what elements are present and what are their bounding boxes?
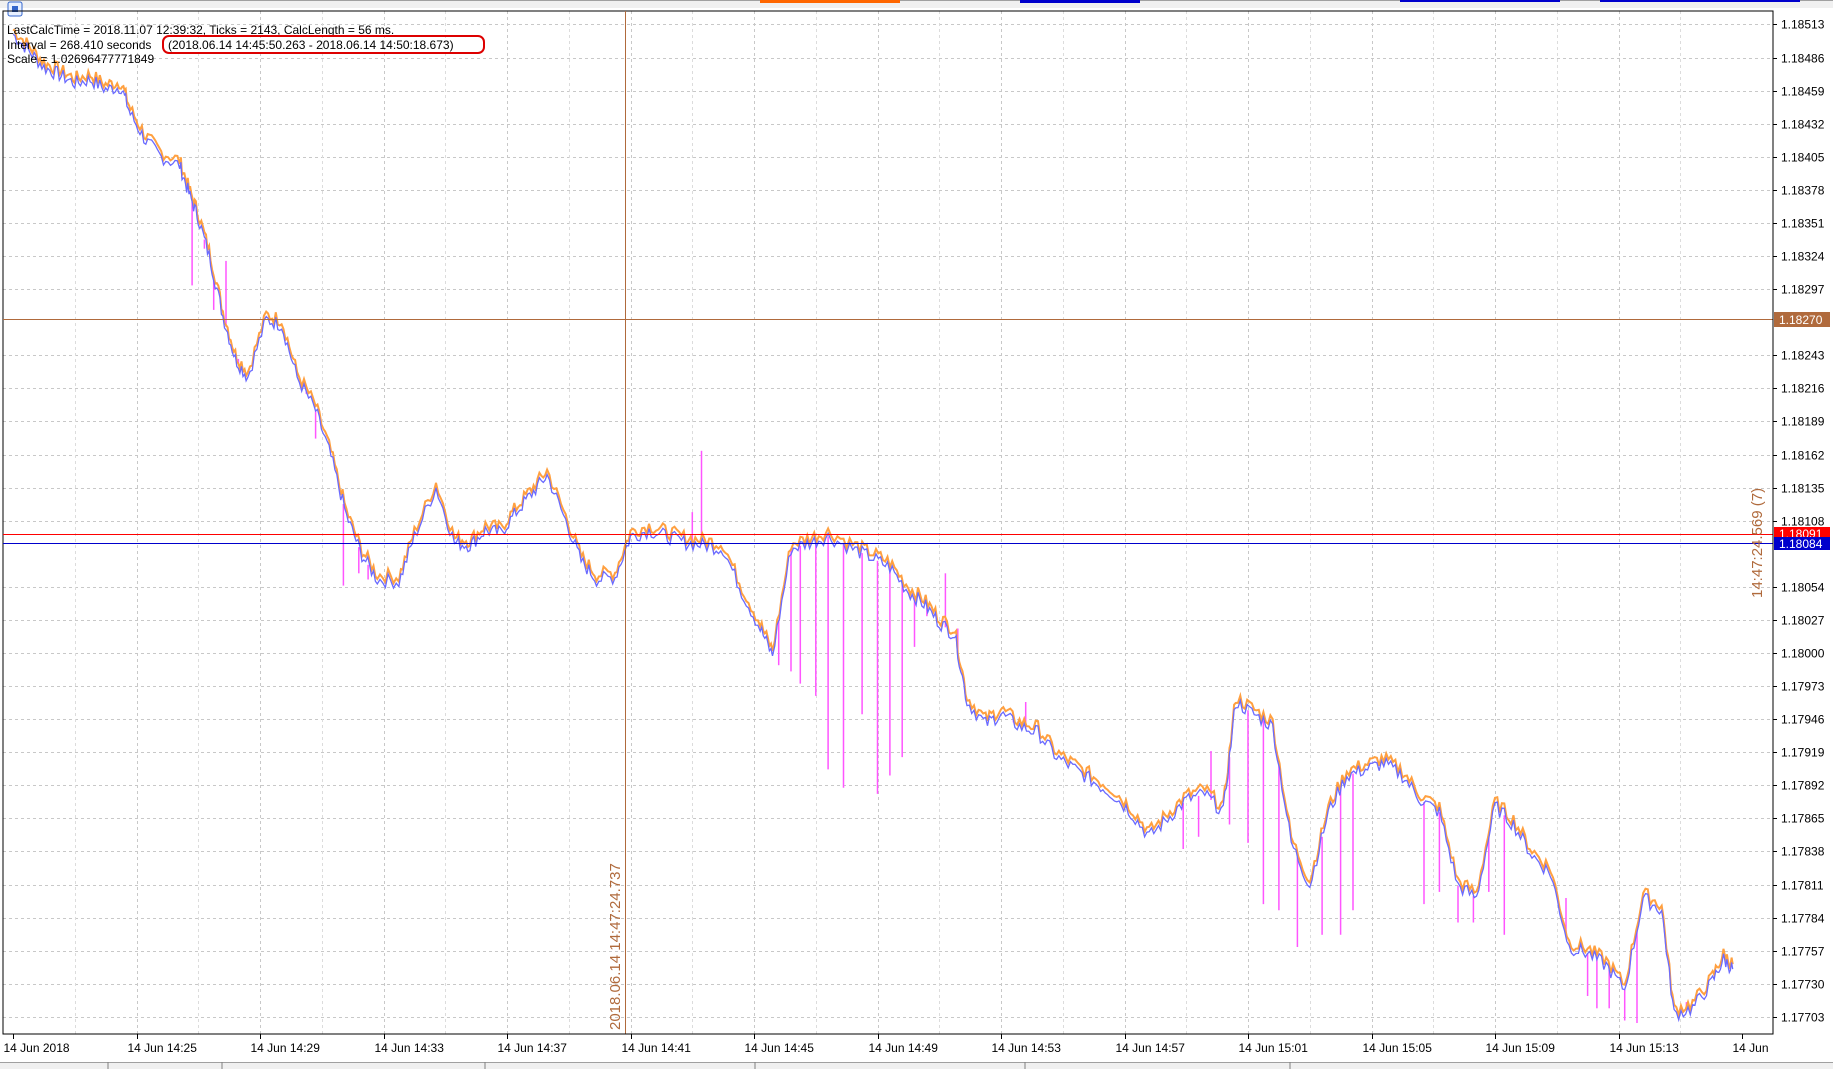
y-tick-label: 1.18216 — [1781, 382, 1825, 396]
x-tick-label: 14 Jun 14:25 — [128, 1041, 198, 1055]
blue-price-box-label: 1.18084 — [1779, 537, 1823, 551]
y-tick-label: 1.18324 — [1781, 250, 1825, 264]
y-tick-label: 1.18000 — [1781, 647, 1825, 661]
crosshair-time-label: 2018.06.14 14:47:24.737 — [607, 863, 624, 1030]
y-tick-label: 1.17784 — [1781, 912, 1825, 926]
y-tick-label: 1.17919 — [1781, 746, 1825, 760]
y-tick-label: 1.17946 — [1781, 713, 1825, 727]
y-tick-label: 1.18351 — [1781, 217, 1825, 231]
x-tick-label: 14 Jun 14:57 — [1116, 1041, 1186, 1055]
top-toolbar-strip — [0, 0, 1833, 8]
y-axis: 1.18513 1.18486 1.18459 1.18432 1.18405 1.183… — [1772, 11, 1825, 1034]
info-line-scale: Scale = 1.02696477771849 — [7, 52, 154, 66]
y-tick-label: 1.17865 — [1781, 812, 1825, 826]
app-logo-icon — [7, 1, 23, 17]
x-tick-label: 14 Jun 15:09 — [1486, 1041, 1556, 1055]
y-tick-label: 1.18162 — [1781, 449, 1825, 463]
x-tick-label: 14 Jun 15:05 — [1363, 1041, 1433, 1055]
x-tick-label: 14 Jun 14:37 — [498, 1041, 568, 1055]
y-tick-label: 1.18513 — [1781, 18, 1825, 32]
toolbar-highlight — [760, 0, 900, 3]
y-tick-label: 1.18054 — [1781, 581, 1825, 595]
x-tick-label: 14 Jun 14:53 — [992, 1041, 1062, 1055]
x-tick-label: 14 Jun — [1733, 1041, 1769, 1055]
x-tick-label: 14 Jun 15:13 — [1610, 1041, 1680, 1055]
x-tick-label: 14 Jun 14:41 — [622, 1041, 692, 1055]
chart-svg: 2018.06.14 14:47:24.737 14:47:24.569 (7)… — [0, 0, 1833, 1069]
crosshair-price-box: 1.18270 — [1774, 312, 1830, 327]
bottom-tab-strip[interactable] — [0, 1062, 1833, 1069]
info-line-interval: Interval = 268.410 seconds — [7, 38, 151, 52]
y-tick-label: 1.17838 — [1781, 845, 1825, 859]
blue-price-box: 1.18084 — [1774, 537, 1830, 551]
toolbar-link-3 — [1600, 0, 1800, 2]
y-tick-label: 1.17757 — [1781, 945, 1825, 959]
y-tick-label: 1.18027 — [1781, 614, 1825, 628]
toolbar-link-2 — [1400, 0, 1560, 2]
y-tick-label: 1.18378 — [1781, 184, 1825, 198]
info-line-calc: LastCalcTime = 2018.11.07 12:39:32, Tick… — [7, 23, 394, 37]
crosshair-right-label: 14:47:24.569 (7) — [1749, 488, 1766, 598]
x-tick-label: 14 Jun 14:45 — [745, 1041, 815, 1055]
y-tick-label: 1.17973 — [1781, 680, 1825, 694]
x-tick-label: 14 Jun 2018 — [4, 1041, 70, 1055]
x-tick-label: 14 Jun 15:01 — [1239, 1041, 1309, 1055]
y-tick-label: 1.17811 — [1781, 879, 1824, 893]
y-tick-label: 1.18459 — [1781, 85, 1825, 99]
y-tick-label: 1.18243 — [1781, 349, 1825, 363]
y-tick-label: 1.17703 — [1781, 1011, 1825, 1025]
y-tick-label: 1.18135 — [1781, 482, 1825, 496]
y-tick-label: 1.17892 — [1781, 779, 1825, 793]
x-tick-label: 14 Jun 14:49 — [869, 1041, 939, 1055]
y-tick-label: 1.18405 — [1781, 151, 1825, 165]
toolbar-link — [1020, 0, 1140, 3]
x-tick-label: 14 Jun 14:29 — [251, 1041, 321, 1055]
y-tick-label: 1.18432 — [1781, 118, 1825, 132]
y-tick-label: 1.18486 — [1781, 52, 1825, 66]
y-tick-label: 1.18189 — [1781, 415, 1825, 429]
y-tick-label: 1.17730 — [1781, 978, 1825, 992]
crosshair-price-box-label: 1.18270 — [1779, 313, 1823, 327]
x-tick-label: 14 Jun 14:33 — [375, 1041, 445, 1055]
info-line-interval-range: (2018.06.14 14:45:50.263 - 2018.06.14 14… — [168, 38, 454, 52]
bottom-strip-bg — [0, 1062, 1833, 1069]
y-tick-label: 1.18297 — [1781, 283, 1825, 297]
